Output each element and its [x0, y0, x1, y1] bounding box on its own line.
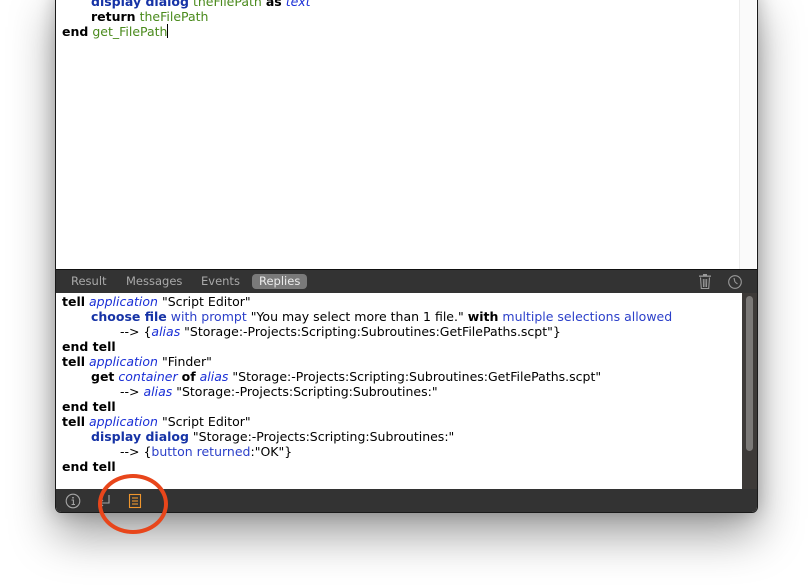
editor-token: display dialog — [91, 0, 189, 9]
log-scrollbar-thumb[interactable] — [746, 296, 753, 451]
log-token: display dialog — [91, 429, 189, 444]
log-token: "Storage:-Projects:Scripting:Subroutines… — [188, 429, 455, 444]
log-token: alias — [143, 384, 173, 399]
tab-result[interactable]: Result — [64, 274, 114, 289]
log-token: --> { — [120, 324, 152, 339]
editor-scrollbar-area[interactable] — [739, 0, 756, 269]
screenshot-stage: display dialog theFilePath as text return… — [0, 0, 811, 586]
log-line: --> alias "Storage:-Projects:Scripting:S… — [62, 384, 672, 399]
log-token: with prompt — [170, 309, 247, 324]
tab-replies[interactable]: Replies — [252, 274, 308, 289]
tab-events[interactable]: Events — [194, 274, 247, 289]
log-token: application — [89, 414, 158, 429]
editor-line: display dialog theFilePath as text — [62, 0, 311, 9]
bottom-toolbar — [56, 489, 757, 512]
replies-log-pane[interactable]: tell application "Script Editor" choose f… — [56, 293, 742, 489]
log-line: --> {button returned:"OK"} — [62, 444, 672, 459]
log-token: :"OK"} — [250, 444, 293, 459]
log-token: application — [89, 294, 158, 309]
script-code[interactable]: display dialog theFilePath as text return… — [62, 0, 311, 39]
editor-line: return theFilePath — [62, 9, 311, 24]
document-list-icon[interactable] — [127, 493, 143, 509]
log-token: button returned — [151, 444, 251, 459]
log-scrollbar[interactable] — [742, 293, 757, 489]
editor-token: as — [265, 0, 282, 9]
editor-token: text — [285, 0, 311, 9]
log-line: tell application "Script Editor" — [62, 414, 672, 429]
log-token: "Storage:-Projects:Scripting:Subroutines… — [172, 384, 438, 399]
script-editor-window: display dialog theFilePath as text return… — [55, 0, 758, 513]
editor-line: end get_FilePath — [62, 24, 311, 39]
editor-token: end — [62, 24, 89, 39]
tab-messages[interactable]: Messages — [119, 274, 189, 289]
log-token: get — [91, 369, 115, 384]
editor-token: get_FilePath — [92, 24, 168, 39]
clock-icon[interactable] — [727, 273, 743, 290]
log-token: end tell — [62, 459, 116, 474]
info-icon[interactable] — [65, 493, 81, 509]
log-line: choose file with prompt "You may select … — [62, 309, 672, 324]
text-caret — [167, 24, 169, 38]
log-token: multiple selections allowed — [502, 309, 673, 324]
log-token: of — [181, 369, 196, 384]
replies-log-text: tell application "Script Editor" choose f… — [62, 294, 672, 474]
log-token: "Script Editor" — [157, 414, 251, 429]
log-line: end tell — [62, 399, 672, 414]
log-tab-bar: Result Messages Events Replies — [56, 269, 757, 293]
log-token: --> { — [120, 444, 152, 459]
log-line: --> {alias "Storage:-Projects:Scripting:… — [62, 324, 672, 339]
script-editor-pane[interactable]: display dialog theFilePath as text return… — [56, 0, 756, 269]
log-token: "Finder" — [157, 354, 212, 369]
log-token: choose file — [91, 309, 167, 324]
log-token: end tell — [62, 339, 116, 354]
log-token: with — [467, 309, 499, 324]
editor-token: return — [91, 9, 136, 24]
log-line: end tell — [62, 339, 672, 354]
log-token: "Storage:-Projects:Scripting:Subroutines… — [180, 324, 561, 339]
log-line: tell application "Finder" — [62, 354, 672, 369]
log-token: application — [89, 354, 158, 369]
log-line: get container of alias "Storage:-Project… — [62, 369, 672, 384]
log-line: end tell — [62, 459, 672, 474]
log-token: alias — [199, 369, 229, 384]
log-token: "Storage:-Projects:Scripting:Subroutines… — [228, 369, 602, 384]
log-line: display dialog "Storage:-Projects:Script… — [62, 429, 672, 444]
log-token: tell — [62, 294, 86, 309]
log-token: end tell — [62, 399, 116, 414]
log-token: alias — [151, 324, 181, 339]
log-token: tell — [62, 414, 86, 429]
log-token: "Script Editor" — [157, 294, 251, 309]
trash-icon[interactable] — [697, 273, 713, 290]
editor-token: theFilePath — [139, 9, 209, 24]
log-token: --> — [120, 384, 144, 399]
editor-token: theFilePath — [192, 0, 262, 9]
log-line: tell application "Script Editor" — [62, 294, 672, 309]
log-token: "You may select more than 1 file." — [246, 309, 468, 324]
log-token: container — [118, 369, 178, 384]
return-arrow-icon[interactable] — [97, 493, 113, 509]
log-token: tell — [62, 354, 86, 369]
